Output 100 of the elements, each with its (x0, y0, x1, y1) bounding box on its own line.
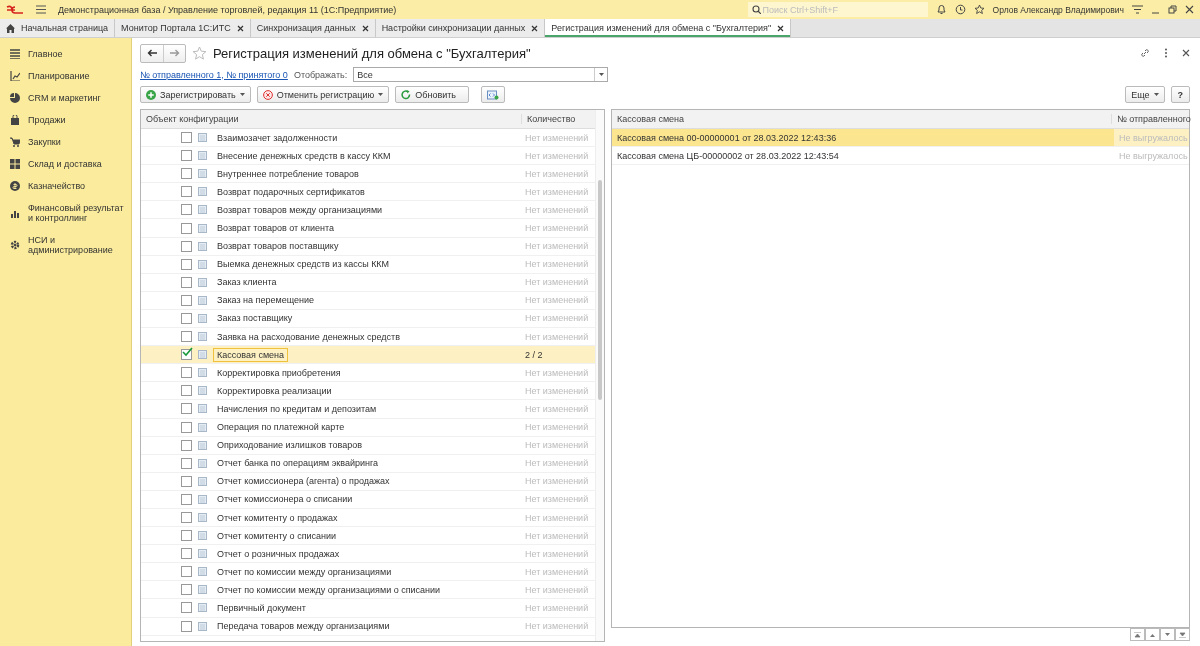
table-row[interactable]: Кассовая смена 00-00000001 от 28.03.2022 12:43:36 Не выгружалось (612, 129, 1189, 148)
checkbox[interactable] (181, 240, 192, 252)
more-icon[interactable] (1164, 48, 1168, 58)
table-row[interactable]: Операция по платежной карте Нет изменений (141, 418, 595, 437)
checkbox[interactable] (181, 385, 192, 397)
close-icon[interactable] (236, 24, 244, 32)
history-icon[interactable] (954, 4, 966, 15)
table-row[interactable]: Заказ клиента Нет изменений (141, 273, 595, 292)
table-row[interactable]: Возврат товаров поставщику Нет изменений (141, 237, 595, 256)
section-item[interactable]: Продажи (0, 109, 131, 131)
table-row[interactable]: Возврат подарочных сертификатов Нет изменений (141, 183, 595, 202)
table-row[interactable]: Возврат товаров между организациями Нет изменений (141, 201, 595, 220)
table-row[interactable]: Начисления по кредитам и депозитам Нет изменений (141, 400, 595, 419)
checkbox[interactable] (181, 512, 192, 523)
table-row[interactable]: Отчет о розничных продажах Нет изменений (141, 545, 595, 564)
table-row[interactable]: Возврат товаров от клиента Нет изменений (141, 219, 595, 238)
checkbox[interactable] (181, 548, 192, 560)
tab[interactable]: Монитор Портала 1С:ИТС (115, 19, 251, 37)
table-row[interactable]: Отчет комитенту о списании Нет изменений (141, 527, 595, 546)
table-row[interactable]: Первичный документ Нет изменений (141, 599, 595, 618)
table-row[interactable]: Отчет комиссионера о списании Нет изменений (141, 490, 595, 509)
page-button[interactable] (1145, 628, 1160, 641)
section-item[interactable]: Главное (0, 43, 131, 65)
checkbox[interactable] (181, 331, 192, 343)
more-button[interactable]: Еще (1125, 86, 1165, 103)
close-icon[interactable] (531, 24, 539, 32)
checkbox[interactable] (181, 222, 192, 234)
dropdown-icon[interactable] (598, 73, 604, 76)
checkbox[interactable] (181, 294, 192, 306)
tab[interactable]: Настройки синхронизации данных (375, 19, 546, 37)
toolbar-button[interactable]: Зарегистрировать (140, 86, 251, 103)
checkbox[interactable] (181, 584, 192, 596)
search-field[interactable]: Поиск Ctrl+Shift+F (747, 2, 928, 17)
table-row[interactable]: Корректировка реализации Нет изменений (141, 382, 595, 401)
checkbox[interactable] (181, 313, 192, 324)
checkbox[interactable] (181, 150, 192, 162)
table-row[interactable]: Заказ на перемещение Нет изменений (141, 291, 595, 310)
star-icon[interactable] (973, 4, 985, 15)
table-row[interactable]: Кассовая смена 2 / 2 (141, 346, 595, 365)
section-item[interactable]: Планирование (0, 65, 131, 87)
checkbox[interactable] (181, 349, 192, 361)
section-item[interactable]: Финансовый результат и контроллинг (0, 197, 131, 229)
bell-icon[interactable] (935, 4, 947, 15)
table-row[interactable]: Взаимозачет задолженности Нет изменений (141, 129, 595, 148)
close-icon[interactable] (1182, 49, 1190, 57)
user-name[interactable]: Орлов Александр Владимирович (992, 4, 1124, 15)
page-button[interactable] (1175, 628, 1190, 641)
section-item[interactable]: Закупки (0, 131, 131, 153)
table-row[interactable]: Отчет банка по операциям эквайринга Нет изменений (141, 454, 595, 473)
checkbox[interactable] (181, 530, 192, 542)
section-item[interactable]: CRM и маркетинг (0, 87, 131, 109)
table-row[interactable]: Корректировка приобретения Нет изменений (141, 364, 595, 383)
restore-icon[interactable] (1168, 5, 1177, 14)
page-button[interactable] (1130, 628, 1145, 641)
checkbox[interactable] (181, 204, 192, 216)
page-button[interactable] (1160, 628, 1175, 641)
tab[interactable]: Начальная страница (0, 19, 116, 37)
table-row[interactable]: Внесение денежных средств в кассу ККМ Нет изменений (141, 147, 595, 166)
checkbox[interactable] (181, 186, 192, 198)
table-row[interactable]: Передача товаров между организациями Нет изменений (141, 617, 595, 636)
table-row[interactable]: Выемка денежных средств из кассы ККМ Нет изменений (141, 255, 595, 274)
table-row[interactable]: Оприходование излишков товаров Нет изменений (141, 436, 595, 455)
close-icon[interactable] (1185, 5, 1194, 14)
checkbox[interactable] (181, 276, 192, 288)
checkbox[interactable] (181, 620, 192, 632)
filter-icon[interactable] (1132, 5, 1143, 14)
display-dropdown[interactable]: Все (353, 67, 609, 82)
column-header[interactable]: Кассовая смена (612, 114, 1111, 124)
link-icon[interactable] (1140, 48, 1150, 58)
checkbox[interactable] (181, 602, 192, 614)
checkbox[interactable] (181, 439, 192, 451)
checkbox[interactable] (181, 367, 192, 379)
section-item[interactable]: НСИ и администрирование (0, 229, 131, 261)
star-icon[interactable] (192, 46, 207, 60)
checkbox[interactable] (181, 168, 192, 180)
section-item[interactable]: Склад и доставка (0, 153, 131, 175)
checkbox[interactable] (181, 403, 192, 415)
checkbox[interactable] (181, 258, 192, 270)
checkbox[interactable] (181, 475, 192, 487)
tab[interactable]: Синхронизация данных (250, 19, 376, 37)
checkbox[interactable] (181, 132, 192, 144)
column-header[interactable]: № отправленного (1111, 114, 1189, 124)
scrollbar[interactable] (595, 110, 604, 641)
checkbox[interactable] (181, 493, 192, 505)
checkbox[interactable] (181, 566, 192, 578)
tab[interactable]: Регистрация изменений для обмена с "Бухгалтерия" (545, 19, 792, 37)
checkbox[interactable] (181, 421, 192, 433)
table-row[interactable]: Отчет по комиссии между организациями Нет изменений (141, 563, 595, 582)
close-icon[interactable] (361, 24, 369, 32)
exchange-numbers-link[interactable]: № отправленного 1, № принятого 0 (140, 69, 288, 80)
toolbar-button[interactable]: Обновить (395, 86, 469, 103)
table-row[interactable]: Отчет комитенту о продажах Нет изменений (141, 508, 595, 528)
column-header[interactable]: Объект конфигурации (141, 114, 521, 124)
table-row[interactable]: Отчет по комиссии между организациями о списании Нет изменений (141, 581, 595, 600)
help-button[interactable]: ? (1170, 86, 1190, 103)
table-row[interactable]: Внутреннее потребление товаров Нет изменений (141, 165, 595, 184)
table-row[interactable]: Заказ поставщику Нет изменений (141, 309, 595, 329)
code-button[interactable] (481, 86, 505, 103)
section-item[interactable]: Казначейство (0, 175, 131, 197)
table-row[interactable]: Кассовая смена ЦБ-00000002 от 28.03.2022 12:43:54 Не выгружалось (612, 147, 1189, 166)
